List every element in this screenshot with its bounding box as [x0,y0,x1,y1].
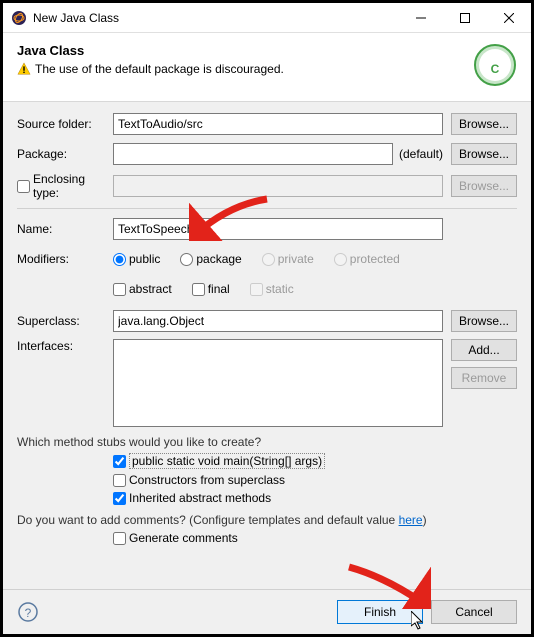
method-stubs-question: Which method stubs would you like to cre… [17,435,517,449]
class-wizard-icon: C [473,43,517,87]
maximize-button[interactable] [443,3,487,33]
minimize-button[interactable] [399,3,443,33]
modifier-abstract-checkbox[interactable]: abstract [113,282,172,296]
package-default-label: (default) [399,147,443,161]
package-label: Package: [17,147,113,161]
package-browse-button[interactable]: Browse... [451,143,517,165]
stub-inherited-checkbox[interactable]: Inherited abstract methods [113,491,517,505]
modifier-private-radio: private [262,252,314,266]
help-icon[interactable]: ? [17,601,39,623]
name-label: Name: [17,222,113,236]
enclosing-type-browse-button: Browse... [451,175,517,197]
modifiers-label: Modifiers: [17,252,113,266]
superclass-input[interactable] [113,310,443,332]
warning-icon [17,62,31,76]
interfaces-add-button[interactable]: Add... [451,339,517,361]
comments-question: Do you want to add comments? (Configure … [17,513,517,527]
separator [17,208,517,209]
stub-constructors-checkbox[interactable]: Constructors from superclass [113,473,517,487]
svg-text:C: C [491,62,500,76]
banner: Java Class The use of the default packag… [3,33,531,102]
stub-main-checkbox[interactable]: public static void main(String[] args) [113,453,517,469]
modifier-final-checkbox[interactable]: final [192,282,230,296]
superclass-label: Superclass: [17,314,113,328]
interfaces-label: Interfaces: [17,339,113,353]
enclosing-type-checkbox[interactable]: Enclosing type: [17,172,113,200]
modifier-public-radio[interactable]: public [113,252,160,266]
eclipse-icon [11,10,27,26]
window-title: New Java Class [33,11,399,25]
superclass-browse-button[interactable]: Browse... [451,310,517,332]
generate-comments-checkbox[interactable]: Generate comments [113,531,517,545]
svg-text:?: ? [25,606,32,620]
interfaces-remove-button: Remove [451,367,517,389]
titlebar: New Java Class [3,3,531,33]
name-input[interactable] [113,218,443,240]
interfaces-listbox[interactable] [113,339,443,427]
mouse-cursor-icon [411,611,425,631]
source-folder-label: Source folder: [17,117,113,131]
banner-heading: Java Class [17,43,473,58]
source-folder-input[interactable] [113,113,443,135]
configure-templates-link[interactable]: here [399,513,423,527]
modifier-protected-radio: protected [334,252,400,266]
modifier-package-radio[interactable]: package [180,252,241,266]
source-folder-browse-button[interactable]: Browse... [451,113,517,135]
banner-warning-text: The use of the default package is discou… [35,62,284,76]
close-button[interactable] [487,3,531,33]
cancel-button[interactable]: Cancel [431,600,517,624]
modifier-static-checkbox: static [250,282,294,296]
package-input[interactable] [113,143,393,165]
enclosing-type-input [113,175,443,197]
